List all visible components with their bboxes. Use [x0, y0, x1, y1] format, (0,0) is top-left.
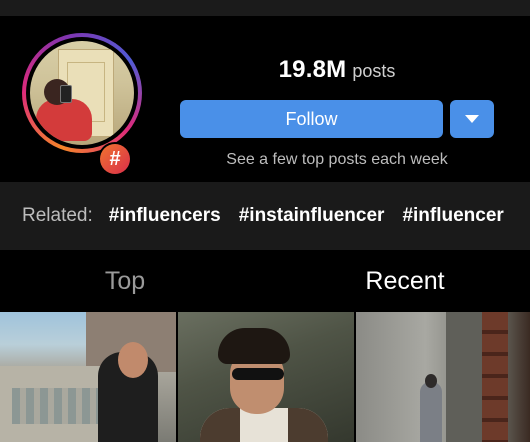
hashtag-header: # 19.8M posts Follow See a few top posts … [0, 16, 530, 182]
post-thumbnail[interactable] [178, 312, 354, 442]
post-count-number: 19.8M [278, 56, 347, 83]
hashtag-icon: # [100, 144, 130, 174]
tab-recent[interactable]: Recent [280, 250, 530, 312]
chevron-down-icon [465, 115, 479, 123]
related-label: Related: [22, 205, 93, 226]
post-tabs: Top Recent [0, 250, 530, 312]
post-count: 19.8M posts [180, 56, 494, 84]
hashtag-badge: # [98, 142, 132, 176]
sunglasses [232, 368, 284, 380]
related-tag[interactable]: #influencer [402, 205, 503, 227]
hashtag-avatar[interactable] [22, 33, 142, 153]
post-count-unit: posts [352, 61, 396, 81]
follow-options-button[interactable] [450, 100, 494, 138]
related-tag[interactable]: #influencers [109, 205, 221, 227]
tab-top[interactable]: Top [0, 250, 250, 312]
follow-note: See a few top posts each week [226, 151, 448, 168]
follow-button[interactable]: Follow [180, 100, 443, 138]
post-thumbnail[interactable] [0, 312, 176, 442]
avatar-photo [30, 41, 134, 145]
related-tag[interactable]: #instainfluencer [239, 205, 385, 227]
post-thumbnail[interactable] [356, 312, 530, 442]
related-hashtags: Related: #influencers #instainfluencer #… [0, 182, 530, 250]
status-bar [0, 0, 530, 16]
post-grid [0, 312, 530, 442]
phone-icon [60, 85, 72, 103]
